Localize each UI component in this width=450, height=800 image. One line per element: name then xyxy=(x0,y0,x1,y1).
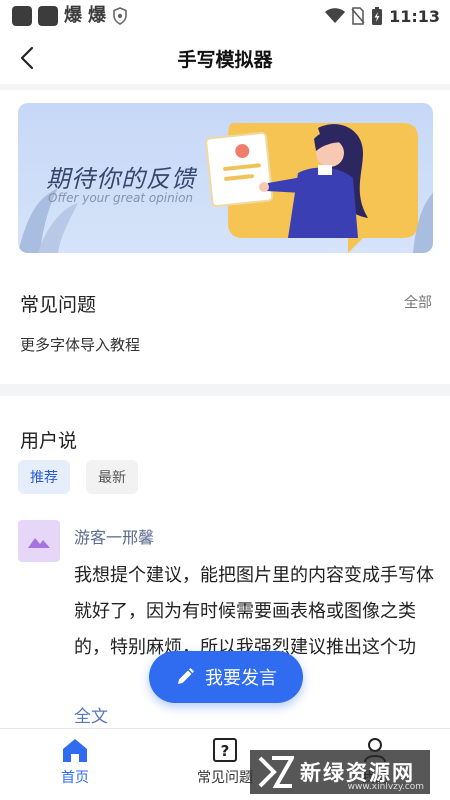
app-notification-icon xyxy=(38,6,58,26)
svg-text:?: ? xyxy=(221,742,230,760)
read-more-link[interactable]: 全文 xyxy=(74,702,108,727)
back-arrow-icon xyxy=(20,46,34,70)
post-comment-button[interactable]: 我要发言 xyxy=(149,651,303,703)
question-icon: ? xyxy=(213,738,237,762)
notification-text: 爆 xyxy=(88,5,106,26)
tab-latest[interactable]: 最新 xyxy=(86,460,138,494)
post-content: 我想提个建议，能把图片里的内容变成手写体就好了，因为有时候需要画表格或图像之类的… xyxy=(74,565,434,658)
notification-text: 爆 xyxy=(64,5,82,26)
post-username[interactable]: 游客一邢馨 xyxy=(74,524,154,548)
shield-icon xyxy=(113,7,127,25)
app-header: 手写模拟器 xyxy=(0,32,450,84)
section-divider xyxy=(0,384,450,396)
nav-label: 首页 xyxy=(61,770,89,786)
watermark-url: www.xinlvzy.com xyxy=(347,782,424,792)
battery-charging-icon xyxy=(372,7,383,25)
no-sim-icon xyxy=(351,7,365,25)
faq-all-link[interactable]: 全部 xyxy=(404,292,432,312)
banner-subtitle: Offer your great opinion xyxy=(48,191,194,205)
watermark-logo-icon xyxy=(258,756,294,788)
faq-title: 常见问题 xyxy=(20,294,97,316)
status-right: 11:13 xyxy=(325,6,440,26)
pencil-icon xyxy=(178,668,194,684)
wifi-icon xyxy=(325,8,346,23)
back-button[interactable] xyxy=(10,40,46,76)
nav-label: 常见问题 xyxy=(197,770,253,786)
feedback-banner[interactable]: 期待你的反馈 Offer your great opinion xyxy=(18,103,433,253)
tab-label: 最新 xyxy=(98,470,126,486)
fab-label: 我要发言 xyxy=(205,668,277,689)
faq-item[interactable]: 更多字体导入教程 xyxy=(20,334,140,355)
user-says-title: 用户说 xyxy=(20,430,78,452)
divider xyxy=(0,84,450,90)
tab-recommended[interactable]: 推荐 xyxy=(18,460,70,494)
avatar[interactable] xyxy=(18,520,60,562)
banner-title: 期待你的反馈 xyxy=(46,165,196,193)
watermark: 新绿资源网 www.xinlvzy.com xyxy=(250,750,430,794)
status-left: 爆 爆 xyxy=(12,6,128,26)
status-bar: 爆 爆 11:13 xyxy=(0,0,450,32)
tab-label: 推荐 xyxy=(30,470,58,486)
home-icon xyxy=(63,739,87,762)
image-placeholder-icon xyxy=(28,538,50,548)
status-time: 11:13 xyxy=(389,6,440,26)
nav-home[interactable]: 首页 xyxy=(30,737,120,787)
page-title: 手写模拟器 xyxy=(177,48,273,71)
app-notification-icon xyxy=(12,6,32,26)
